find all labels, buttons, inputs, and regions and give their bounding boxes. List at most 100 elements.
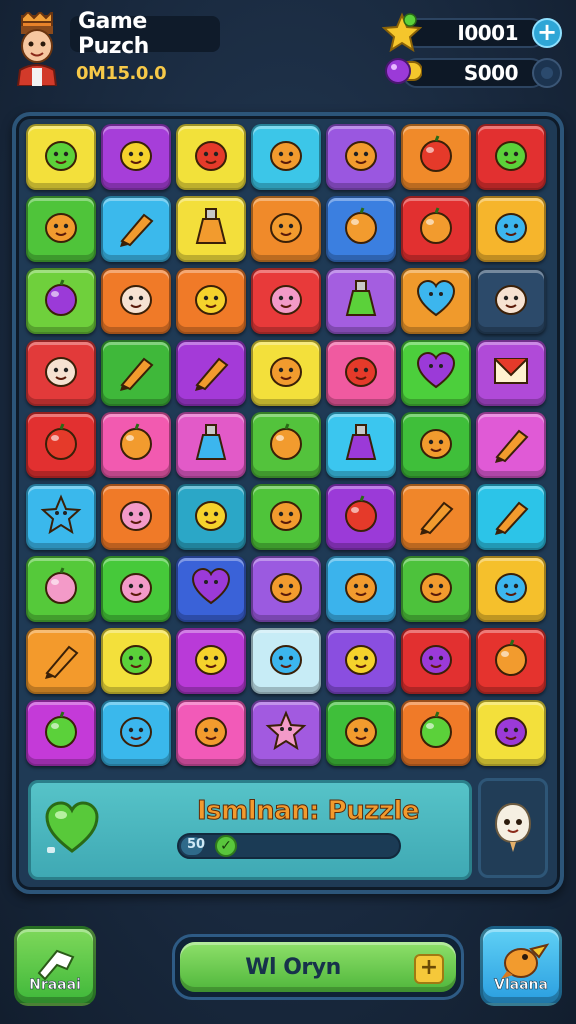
orange-ball-icon (339, 205, 383, 253)
tile[interactable] (326, 556, 396, 622)
purple-heart-ring-icon (189, 565, 233, 613)
tile[interactable] (401, 700, 471, 766)
purple-drop-icon (39, 277, 83, 325)
tile[interactable] (476, 628, 546, 694)
tile[interactable] (476, 340, 546, 406)
tile[interactable] (476, 484, 546, 550)
main-action-face: Wl Oryn + (180, 942, 456, 992)
tile[interactable] (101, 196, 171, 262)
tile[interactable] (101, 484, 171, 550)
tile[interactable] (176, 628, 246, 694)
player-avatar[interactable] (12, 9, 62, 87)
tile[interactable] (326, 268, 396, 334)
tile[interactable] (476, 556, 546, 622)
tile[interactable] (476, 412, 546, 478)
tile[interactable] (251, 124, 321, 190)
tile[interactable] (101, 268, 171, 334)
left-menu-button[interactable]: Nraaai (14, 926, 96, 1006)
clownfish-icon (114, 709, 158, 757)
cat-face-icon (489, 277, 533, 325)
main-action-button[interactable]: Wl Oryn + (172, 934, 464, 1000)
pink-blob-icon (114, 493, 158, 541)
tile[interactable] (251, 340, 321, 406)
tile[interactable] (101, 340, 171, 406)
tile[interactable] (101, 412, 171, 478)
tile[interactable] (26, 124, 96, 190)
tile[interactable] (401, 340, 471, 406)
star-resource-bar: I0001 + (381, 12, 562, 53)
tile[interactable] (476, 196, 546, 262)
main-action-plus-button[interactable]: + (414, 954, 444, 984)
blue-hat-icon (264, 637, 308, 685)
blue-fish-icon (489, 565, 533, 613)
tile[interactable] (401, 556, 471, 622)
tile[interactable] (26, 484, 96, 550)
add-stars-button[interactable]: + (532, 18, 562, 48)
tile[interactable] (176, 412, 246, 478)
tile-grid (26, 124, 550, 772)
tile[interactable] (326, 628, 396, 694)
tile[interactable] (176, 196, 246, 262)
rocket-icon (114, 349, 158, 397)
tile[interactable] (401, 484, 471, 550)
tile[interactable] (326, 484, 396, 550)
fox-icon (39, 205, 83, 253)
level-progress-bar: 50 ✓ (177, 833, 401, 859)
tile[interactable] (176, 556, 246, 622)
tile[interactable] (476, 124, 546, 190)
purple-potion-icon (339, 421, 383, 469)
tile[interactable] (251, 556, 321, 622)
tile[interactable] (26, 340, 96, 406)
tile[interactable] (101, 556, 171, 622)
pencil-icon (489, 493, 533, 541)
lion-face-icon (414, 421, 458, 469)
green-heart-icon[interactable] (43, 799, 101, 857)
tile[interactable] (101, 124, 171, 190)
tile[interactable] (26, 700, 96, 766)
tile[interactable] (251, 268, 321, 334)
tile[interactable] (26, 628, 96, 694)
tile[interactable] (401, 196, 471, 262)
tile[interactable] (176, 268, 246, 334)
tile[interactable] (26, 412, 96, 478)
tile[interactable] (326, 340, 396, 406)
tile[interactable] (26, 556, 96, 622)
starfish-icon (39, 493, 83, 541)
tile[interactable] (251, 700, 321, 766)
tile[interactable] (101, 628, 171, 694)
tile[interactable] (251, 412, 321, 478)
tile[interactable] (26, 268, 96, 334)
potion-menu-button[interactable] (532, 58, 562, 88)
tile[interactable] (476, 268, 546, 334)
tile[interactable] (326, 700, 396, 766)
tile[interactable] (26, 196, 96, 262)
booster-slot[interactable] (478, 778, 548, 878)
carrot-rocket-icon (489, 421, 533, 469)
tile[interactable] (326, 196, 396, 262)
red-ninja-icon (339, 349, 383, 397)
tile[interactable] (401, 268, 471, 334)
tile[interactable] (176, 484, 246, 550)
tile[interactable] (401, 628, 471, 694)
tomato-icon (414, 133, 458, 181)
tile[interactable] (176, 340, 246, 406)
tile[interactable] (401, 124, 471, 190)
tile[interactable] (326, 412, 396, 478)
progress-knob-icon: ✓ (215, 835, 237, 857)
progress-label: 50 (187, 837, 206, 852)
tile[interactable] (101, 700, 171, 766)
tile[interactable] (476, 700, 546, 766)
tile[interactable] (176, 700, 246, 766)
tile[interactable] (326, 124, 396, 190)
tile[interactable] (176, 124, 246, 190)
tile[interactable] (251, 484, 321, 550)
purple-eyes-icon (414, 637, 458, 685)
right-menu-button[interactable]: Vlaana (480, 926, 562, 1006)
sushi-icon (264, 493, 308, 541)
game-title: Game Puzch (70, 9, 220, 59)
green-virus-icon (114, 637, 158, 685)
green-blob-face-icon (39, 133, 83, 181)
tile[interactable] (251, 196, 321, 262)
tile[interactable] (251, 628, 321, 694)
tile[interactable] (401, 412, 471, 478)
